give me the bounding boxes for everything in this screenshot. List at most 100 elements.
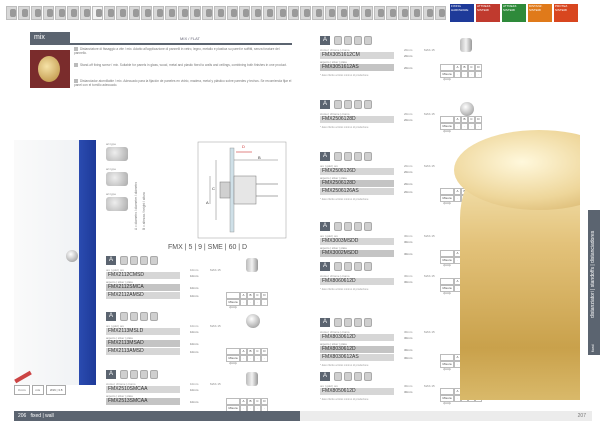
catalog-thumbnail[interactable] [128, 6, 140, 20]
catalog-thumbnail[interactable] [385, 6, 397, 20]
product-size: 20mm [404, 190, 413, 194]
catalog-thumbnail[interactable] [214, 6, 226, 20]
product-code[interactable]: FMX3051612CM [320, 52, 394, 59]
product-icon [334, 36, 342, 45]
product-code[interactable]: FMX3051612AS [320, 64, 394, 71]
catalog-thumbnail[interactable] [42, 6, 54, 20]
dimension-cell: · [461, 71, 468, 78]
catalog-thumbnail[interactable] [79, 6, 91, 20]
product-size: 10mm [190, 330, 199, 334]
catalog-thumbnail[interactable] [422, 6, 434, 20]
catalog-thumbnail[interactable] [251, 6, 263, 20]
product-code[interactable]: FMX3003MSDD [320, 238, 394, 245]
catalog-thumbnail[interactable] [189, 6, 201, 20]
product-code[interactable]: FMX2113AMSD [106, 348, 180, 355]
dimension-header: D [475, 64, 482, 71]
catalog-thumbnail[interactable] [398, 6, 410, 20]
product-code[interactable]: FMX2113MSLD [106, 328, 180, 335]
product-size: 10mm [190, 388, 199, 392]
section-nav-box[interactable]: ATTREZZ. SISTEMI [502, 4, 526, 22]
dimension-header [226, 348, 240, 355]
product-size: 30mm [404, 356, 413, 360]
product-code[interactable]: FMX8030612D [320, 334, 394, 341]
product-code[interactable]: FMX2513SMCAA [106, 398, 180, 405]
section-title: mix [30, 32, 70, 43]
dimension-row-label: Misura (mm) [226, 355, 240, 365]
product-icon [364, 372, 372, 381]
footer-left: 206 fixed | wall [14, 411, 300, 421]
catalog-thumbnail[interactable] [312, 6, 324, 20]
catalog-thumbnail[interactable] [287, 6, 299, 20]
gold-product-photo [444, 130, 580, 400]
catalog-thumbnail[interactable] [434, 6, 446, 20]
side-tab-caption: fixed [591, 344, 595, 352]
catalog-thumbnail[interactable] [349, 6, 361, 20]
catalog-thumbnail[interactable] [30, 6, 42, 20]
product-a-badge: A [320, 372, 330, 381]
catalog-thumbnail[interactable] [177, 6, 189, 20]
section-nav-box[interactable]: ATTREZZ. SISTEMI [476, 4, 500, 22]
catalog-thumbnail[interactable] [373, 6, 385, 20]
product-size: 10mm [190, 274, 199, 278]
product-icon [354, 100, 362, 109]
catalog-thumbnail[interactable] [18, 6, 30, 20]
product-code[interactable]: FMX2112AMSD [106, 292, 180, 299]
catalog-thumbnail[interactable] [238, 6, 250, 20]
product-a-badge: A [320, 222, 330, 231]
product-code[interactable]: FMX2506126AS [320, 188, 394, 195]
product-size: 10mm [190, 294, 199, 298]
catalog-thumbnail[interactable] [91, 6, 103, 20]
dimension-header [226, 398, 240, 405]
section-nav-box[interactable]: DISTANZ. SISTEMI [528, 4, 552, 22]
column-header: MAS 15 [210, 268, 221, 272]
product-code[interactable]: FMX2112SMCA [106, 284, 180, 291]
section-nav-box[interactable]: FIXING HARDWARE [450, 4, 474, 22]
catalog-thumbnail[interactable] [165, 6, 177, 20]
product-code[interactable]: FMX3002MSDD [320, 250, 394, 257]
catalog-thumbnail[interactable] [104, 6, 116, 20]
catalog-thumbnail[interactable] [336, 6, 348, 20]
product-code[interactable]: FMX2113MSAD [106, 340, 180, 347]
product-code[interactable]: FMX2506126D [320, 168, 394, 175]
product-icon [334, 318, 342, 327]
section-nav-box[interactable]: PROTEZ. SISTEMI [554, 4, 578, 22]
hero-image [30, 50, 70, 88]
catalog-thumbnail[interactable] [324, 6, 336, 20]
catalog-thumbnail[interactable] [275, 6, 287, 20]
catalog-thumbnail[interactable] [153, 6, 165, 20]
product-a-badge: A [320, 152, 330, 161]
catalog-thumbnail[interactable] [6, 6, 18, 20]
product-icon [344, 262, 352, 271]
catalog-thumbnail[interactable] [300, 6, 312, 20]
catalog-thumbnail[interactable] [116, 6, 128, 20]
catalog-thumbnail[interactable] [140, 6, 152, 20]
product-code[interactable]: FMX2510SMCAA [106, 386, 180, 393]
dimension-cell: · [468, 71, 475, 78]
catalog-thumbnail[interactable] [226, 6, 238, 20]
product-code[interactable]: FMX8030612D [320, 346, 394, 353]
dimension-header: A [454, 64, 461, 71]
section-nav-label: DISTANZ. SISTEMI [529, 4, 543, 12]
dimension-cell: · [454, 123, 461, 130]
drawing-label-c: C [212, 186, 215, 191]
column-header: MAS 15 [424, 48, 435, 52]
catalog-thumbnail[interactable] [67, 6, 79, 20]
catalog-thumbnail[interactable] [263, 6, 275, 20]
vertical-label: B = altezza / height / altura [142, 192, 146, 230]
dimension-table: ABCDMisura (mm)···· [226, 348, 268, 365]
product-icon [334, 262, 342, 271]
product-thumbnail [246, 258, 258, 272]
product-code[interactable]: FMX8060612D [320, 278, 394, 285]
catalog-thumbnail[interactable] [202, 6, 214, 20]
product-code[interactable]: FMX2112CMSD [106, 272, 180, 279]
product-code[interactable]: FMX8030612AS [320, 354, 394, 361]
vertical-label: A = diametro / diameter / diámetro [134, 181, 138, 230]
product-a-badge: A [320, 318, 330, 327]
catalog-thumbnail[interactable] [361, 6, 373, 20]
dimension-header: A [240, 398, 247, 405]
product-code[interactable]: FMX2506128D [320, 180, 394, 187]
product-code[interactable]: FMX2506128D [320, 116, 394, 123]
product-code[interactable]: FMX8050612D [320, 388, 394, 395]
catalog-thumbnail[interactable] [410, 6, 422, 20]
catalog-thumbnail[interactable] [55, 6, 67, 20]
